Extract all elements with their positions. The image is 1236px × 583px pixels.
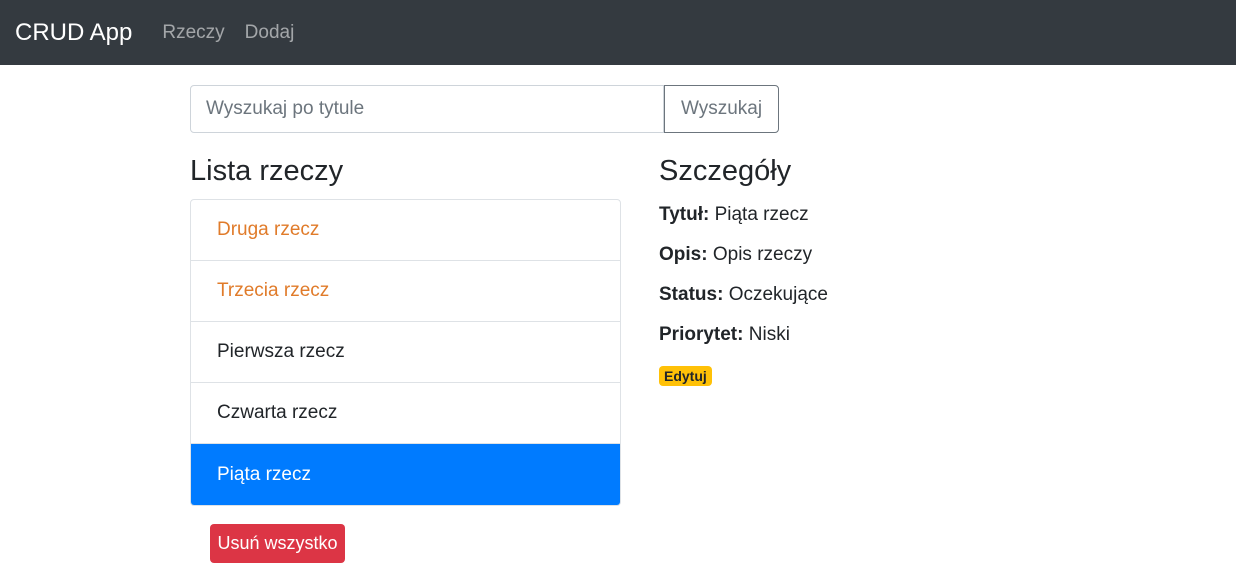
navbar: CRUD App Rzeczy Dodaj [0,0,1236,65]
list-item-active[interactable]: Piąta rzecz [191,444,620,505]
edit-badge[interactable]: Edytuj [659,366,712,386]
search-input[interactable] [190,85,664,133]
nav-link-dodaj[interactable]: Dodaj [245,22,295,44]
detail-status: Status: Oczekujące [659,284,828,305]
item-list: Druga rzecz Trzecia rzecz Pierwsza rzecz… [190,199,621,506]
delete-all-button[interactable]: Usuń wszystko [210,524,345,563]
list-item[interactable]: Czwarta rzecz [191,383,620,444]
list-item[interactable]: Pierwsza rzecz [191,322,620,383]
search-bar: Wyszukaj [190,85,779,133]
detail-priority: Priorytet: Niski [659,324,790,345]
list-title: Lista rzeczy [190,155,344,187]
brand[interactable]: CRUD App [15,19,132,47]
nav-link-rzeczy[interactable]: Rzeczy [162,22,224,44]
search-button[interactable]: Wyszukaj [664,85,779,133]
detail-description: Opis: Opis rzeczy [659,244,813,265]
list-item[interactable]: Druga rzecz [191,200,620,261]
detail-title: Tytuł: Piąta rzecz [659,204,809,225]
details-title: Szczegóły [659,155,792,187]
list-item[interactable]: Trzecia rzecz [191,261,620,322]
